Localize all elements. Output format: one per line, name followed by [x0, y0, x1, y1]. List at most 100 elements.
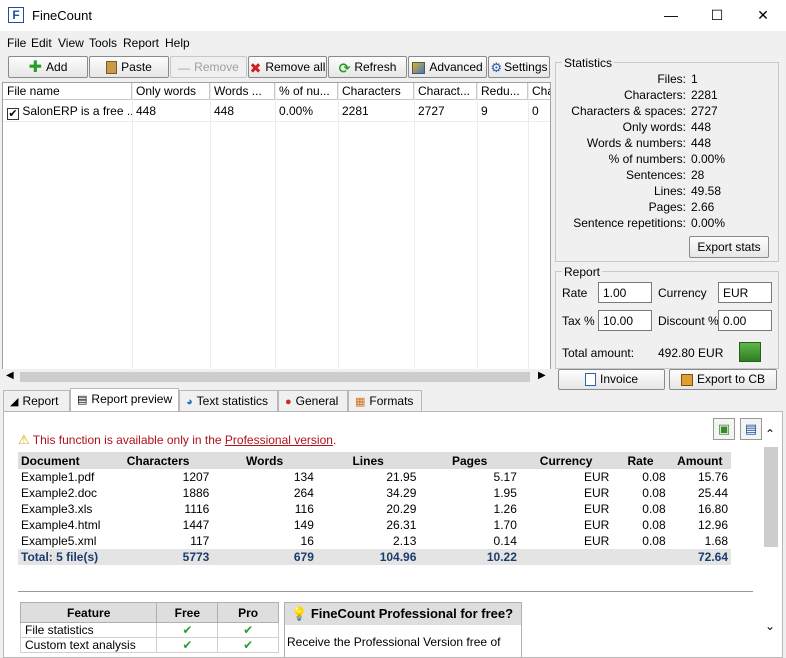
- maximize-button[interactable]: ☐: [694, 0, 740, 31]
- report-column-header: Currency: [519, 452, 613, 469]
- tax-input[interactable]: [598, 310, 652, 331]
- report-column-header: Amount: [668, 452, 731, 469]
- stat-value: 2.66: [691, 200, 715, 214]
- report-cell: 264: [293, 486, 314, 500]
- remove-button[interactable]: — Remove: [170, 56, 247, 78]
- tab-text-statistics[interactable]: ◕ Text statistics: [179, 390, 278, 411]
- currency-label: Currency: [658, 286, 707, 300]
- report-cell: 21.95: [386, 470, 417, 484]
- formats-icon: ▦: [355, 395, 366, 408]
- stat-label: Lines:: [653, 184, 686, 198]
- column-header-file-name[interactable]: File name: [3, 83, 132, 100]
- invoice-button[interactable]: Invoice: [558, 369, 665, 390]
- plus-icon: ✚: [28, 58, 43, 76]
- report-cell: Example2.doc: [21, 486, 98, 500]
- horizontal-scrollbar[interactable]: ◀ ▶: [2, 369, 551, 385]
- report-table: Document Characters Words Lines Pages Currenc…: [18, 452, 731, 565]
- menu-file[interactable]: File: [7, 36, 26, 50]
- features-table: Feature Free Pro File statistics ✔ ✔ Custom t…: [19, 602, 279, 653]
- save-report-icon[interactable]: ▤: [740, 418, 762, 440]
- stat-label: Characters:: [623, 88, 686, 102]
- close-button[interactable]: ✕: [740, 0, 786, 31]
- stat-value: 49.58: [691, 184, 722, 198]
- gear-icon: ⚙: [490, 59, 503, 75]
- row-checkbox[interactable]: ✔: [7, 108, 19, 120]
- report-column-header: Rate: [612, 452, 669, 469]
- refresh-button[interactable]: ⟳ Refresh: [328, 56, 407, 78]
- advanced-button[interactable]: Advanced: [408, 56, 487, 78]
- column-header-only-words[interactable]: Only words: [132, 83, 210, 100]
- report-cell: 12.96: [697, 518, 728, 532]
- pro-warning: ⚠ This function is available only in the…: [18, 432, 337, 447]
- report-cell: EUR: [584, 502, 610, 516]
- column-header-characters-spaces[interactable]: Charact...: [414, 83, 477, 100]
- vertical-scroll-thumb[interactable]: [764, 447, 778, 547]
- stat-label: Pages:: [648, 200, 686, 214]
- scroll-up-icon[interactable]: ⌃: [765, 427, 775, 441]
- total-cell: 679: [212, 549, 317, 565]
- report-cell: 16.80: [697, 502, 728, 516]
- feature-column-header: Feature: [19, 602, 158, 623]
- stat-value: 0.00%: [691, 152, 726, 166]
- tab-report[interactable]: ◢ Report: [3, 390, 70, 411]
- copy-report-icon[interactable]: ▣: [713, 418, 735, 440]
- column-header-characters[interactable]: Characters: [338, 83, 414, 100]
- file-name-cell: SalonERP is a free ...: [22, 104, 132, 118]
- scroll-thumb[interactable]: [20, 372, 530, 382]
- report-cell: 20.29: [386, 502, 417, 516]
- chart-icon: ◕: [186, 395, 193, 408]
- feature-column-header: Free: [156, 602, 219, 623]
- list-item: Custom text analysis ✔ ✔: [19, 637, 279, 653]
- cell-characters-spaces: 2727: [418, 104, 445, 118]
- menu-bar: File Edit View Tools Report Help: [0, 33, 786, 53]
- tab-formats[interactable]: ▦ Formats: [348, 390, 422, 411]
- stat-value: 448: [691, 136, 712, 150]
- report-icon: ◢: [10, 395, 19, 408]
- promo-text: Receive the Professional Version free of: [287, 635, 501, 649]
- promo-box: 💡 FineCount Professional for free? Recei…: [284, 602, 522, 657]
- currency-input[interactable]: [718, 282, 772, 303]
- clipboard-icon: [106, 61, 118, 75]
- report-cell: 2.13: [393, 534, 417, 548]
- scroll-down-icon[interactable]: ⌄: [765, 619, 775, 633]
- report-cell: 1116: [184, 502, 210, 516]
- column-header-percent-numbers[interactable]: % of nu...: [275, 83, 338, 100]
- menu-report[interactable]: Report: [123, 36, 159, 50]
- menu-tools[interactable]: Tools: [89, 36, 117, 50]
- discount-input[interactable]: [718, 310, 772, 331]
- minimize-button[interactable]: —: [648, 0, 694, 31]
- column-header-cha[interactable]: Cha: [528, 83, 550, 100]
- report-cell: Example1.pdf: [21, 470, 95, 484]
- report-cell: 0.08: [642, 502, 666, 516]
- tab-general[interactable]: ● General: [278, 390, 348, 411]
- stat-value: 2727: [691, 104, 718, 118]
- menu-edit[interactable]: Edit: [31, 36, 52, 50]
- paste-button[interactable]: Paste: [89, 56, 169, 78]
- stat-label: Words & numbers:: [586, 136, 686, 150]
- scroll-left-icon[interactable]: ◀: [6, 370, 14, 381]
- report-cell: 5.17: [493, 470, 517, 484]
- divider: [18, 591, 753, 592]
- report-cell: 0.08: [642, 486, 666, 500]
- settings-button[interactable]: ⚙ Settings: [488, 56, 550, 78]
- cell-characters: 2281: [342, 104, 369, 118]
- menu-view[interactable]: View: [58, 36, 84, 50]
- report-title: Report: [562, 265, 603, 279]
- vertical-scrollbar[interactable]: ⌃ ⌄: [762, 423, 780, 636]
- check-icon: ✔: [156, 637, 219, 653]
- column-header-redundancy[interactable]: Redu...: [477, 83, 528, 100]
- professional-version-link[interactable]: Professional version: [225, 433, 333, 447]
- rate-input[interactable]: [598, 282, 652, 303]
- menu-help[interactable]: Help: [165, 36, 190, 50]
- tab-report-preview[interactable]: ▤ Report preview: [70, 388, 179, 412]
- add-button[interactable]: ✚ Add: [8, 56, 88, 78]
- column-header-words[interactable]: Words ...: [210, 83, 275, 100]
- report-cell: 0.08: [642, 518, 666, 532]
- scroll-right-icon[interactable]: ▶: [538, 370, 546, 381]
- export-stats-button[interactable]: Export stats: [689, 236, 769, 258]
- export-to-cb-button[interactable]: Export to CB: [669, 369, 777, 390]
- remove-all-button[interactable]: ✖ Remove all: [248, 56, 327, 78]
- table-row[interactable]: ✔ SalonERP is a free ...: [3, 101, 132, 121]
- stat-label: Characters & spaces:: [571, 104, 686, 118]
- minus-icon: —: [178, 60, 191, 75]
